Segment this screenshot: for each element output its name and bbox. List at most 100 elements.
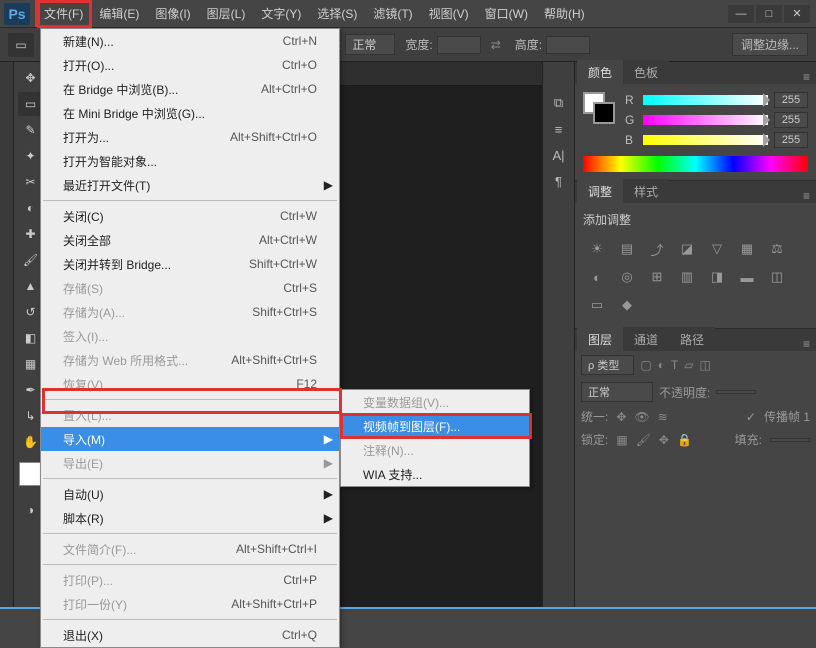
tab-swatches[interactable]: 色板	[623, 60, 669, 84]
menu-label: 变量数据组(V)...	[363, 394, 449, 411]
gradient-map-icon[interactable]: ▭	[587, 296, 607, 314]
b-label: B	[625, 133, 637, 147]
file-menu-item[interactable]: 退出(X)Ctrl+Q	[41, 623, 339, 647]
tab-styles[interactable]: 样式	[623, 179, 669, 203]
tab-adjust[interactable]: 调整	[577, 179, 623, 203]
curves-icon[interactable]: ⤴	[647, 240, 667, 258]
filter-type-icon[interactable]: T	[671, 358, 678, 372]
menu-label: 关闭全部	[63, 232, 111, 249]
mixer-icon[interactable]: ⊞	[647, 268, 667, 286]
fill-input[interactable]	[770, 438, 810, 442]
lock-all-icon[interactable]: 🔒	[677, 433, 692, 447]
color-spectrum[interactable]	[583, 156, 808, 172]
unify-style-icon[interactable]: ≋	[658, 410, 668, 424]
file-menu-item[interactable]: 自动(U) ▶	[41, 482, 339, 506]
file-menu-item[interactable]: 关闭并转到 Bridge...Shift+Ctrl+W	[41, 252, 339, 276]
menu-help[interactable]: 帮助(H)	[536, 1, 593, 26]
tab-paths[interactable]: 路径	[669, 327, 715, 351]
lookup-icon[interactable]: ▥	[677, 268, 697, 286]
swap-icon[interactable]: ⇄	[491, 38, 505, 52]
properties-icon[interactable]: ≡	[549, 120, 569, 138]
balance-icon[interactable]: ⚖	[767, 240, 787, 258]
file-menu-item[interactable]: 打开为...Alt+Shift+Ctrl+O	[41, 125, 339, 149]
lock-trans-icon[interactable]: ▦	[616, 433, 627, 447]
hue-icon[interactable]: ▦	[737, 240, 757, 258]
layer-kind-select[interactable]: ρ 类型	[581, 355, 634, 375]
file-menu-item[interactable]: 新建(N)...Ctrl+N	[41, 29, 339, 53]
g-slider[interactable]	[643, 115, 768, 125]
tab-layers[interactable]: 图层	[577, 327, 623, 351]
r-slider[interactable]	[643, 95, 768, 105]
invert-icon[interactable]: ◨	[707, 268, 727, 286]
width-input[interactable]	[437, 36, 481, 54]
photo-filter-icon[interactable]: ◎	[617, 268, 637, 286]
file-menu-item[interactable]: 打开为智能对象...	[41, 149, 339, 173]
bw-icon[interactable]: ◐	[587, 268, 607, 286]
maximize-button[interactable]: □	[756, 5, 782, 23]
menu-filter[interactable]: 滤镜(T)	[365, 1, 420, 26]
exposure-icon[interactable]: ◪	[677, 240, 697, 258]
height-input[interactable]	[546, 36, 590, 54]
threshold-icon[interactable]: ◫	[767, 268, 787, 286]
blend-mode-select[interactable]: 正常	[581, 382, 653, 402]
file-menu-item[interactable]: 在 Mini Bridge 中浏览(G)...	[41, 101, 339, 125]
menu-view[interactable]: 视图(V)	[421, 1, 477, 26]
vibrance-icon[interactable]: ▽	[707, 240, 727, 258]
lock-pos-icon[interactable]: ✥	[659, 433, 669, 447]
file-menu-item[interactable]: 脚本(R)▶	[41, 506, 339, 530]
foreground-swatch[interactable]	[19, 462, 43, 486]
minimize-button[interactable]: —	[728, 5, 754, 23]
import-menu-item[interactable]: 视频帧到图层(F)...	[341, 414, 529, 438]
file-menu-item[interactable]: 导入(M)▶	[41, 427, 339, 451]
style-select[interactable]: 正常	[345, 34, 395, 55]
char-icon[interactable]: A|	[549, 146, 569, 164]
shortcut: Ctrl+W	[240, 209, 317, 223]
submenu-arrow-icon: ▶	[324, 487, 333, 501]
b-value[interactable]: 255	[774, 132, 808, 148]
filter-shape-icon[interactable]: ▱	[684, 358, 693, 372]
filter-adjust-icon[interactable]: ◐	[658, 358, 665, 372]
left-strip	[0, 62, 14, 609]
panel-menu-icon[interactable]: ≡	[797, 70, 816, 84]
history-icon[interactable]: ⧉	[549, 94, 569, 112]
tab-color[interactable]: 颜色	[577, 60, 623, 84]
tab-channels[interactable]: 通道	[623, 327, 669, 351]
file-menu-item[interactable]: 关闭全部Alt+Ctrl+W	[41, 228, 339, 252]
levels-icon[interactable]: ▤	[617, 240, 637, 258]
menu-window[interactable]: 窗口(W)	[477, 1, 536, 26]
file-menu-item[interactable]: 在 Bridge 中浏览(B)...Alt+Ctrl+O	[41, 77, 339, 101]
posterize-icon[interactable]: ▬	[737, 268, 757, 286]
unify-vis-icon[interactable]: 👁	[634, 410, 649, 424]
menu-layer[interactable]: 图层(L)	[199, 1, 254, 26]
filter-pixel-icon[interactable]: ▢	[640, 358, 651, 372]
import-menu-item[interactable]: WIA 支持...	[341, 462, 529, 486]
close-button[interactable]: ✕	[784, 5, 810, 23]
tool-indicator: ▭	[8, 33, 34, 57]
panel-menu-icon[interactable]: ≡	[797, 337, 816, 351]
r-value[interactable]: 255	[774, 92, 808, 108]
selective-icon[interactable]: ◆	[617, 296, 637, 314]
file-menu-item[interactable]: 最近打开文件(T)▶	[41, 173, 339, 197]
unify-pos-icon[interactable]: ✥	[616, 410, 626, 424]
file-menu-item[interactable]: 关闭(C)Ctrl+W	[41, 204, 339, 228]
menu-select[interactable]: 选择(S)	[309, 1, 365, 26]
lock-pixel-icon[interactable]: 🖌	[636, 433, 651, 447]
menu-file[interactable]: 文件(F)	[36, 1, 91, 26]
menu-edit[interactable]: 编辑(E)	[91, 1, 147, 26]
para-icon[interactable]: ¶	[549, 172, 569, 190]
b-slider[interactable]	[643, 135, 768, 145]
menu-label: 自动(U)	[63, 486, 104, 503]
g-value[interactable]: 255	[774, 112, 808, 128]
filter-smart-icon[interactable]: ◫	[700, 358, 711, 372]
panels: 颜色 色板 ≡ R255 G255 B255 调整 样式	[574, 62, 816, 609]
file-menu-item[interactable]: 打开(O)...Ctrl+O	[41, 53, 339, 77]
brightness-icon[interactable]: ☀	[587, 240, 607, 258]
panel-menu-icon[interactable]: ≡	[797, 189, 816, 203]
menu-label: 文件简介(F)...	[63, 541, 136, 558]
opacity-input[interactable]	[716, 390, 756, 394]
menu-label: 脚本(R)	[63, 510, 104, 527]
bg-color[interactable]	[593, 102, 615, 124]
menu-image[interactable]: 图像(I)	[147, 1, 198, 26]
refine-edge-button[interactable]: 调整边缘...	[732, 33, 808, 56]
menu-type[interactable]: 文字(Y)	[253, 1, 309, 26]
